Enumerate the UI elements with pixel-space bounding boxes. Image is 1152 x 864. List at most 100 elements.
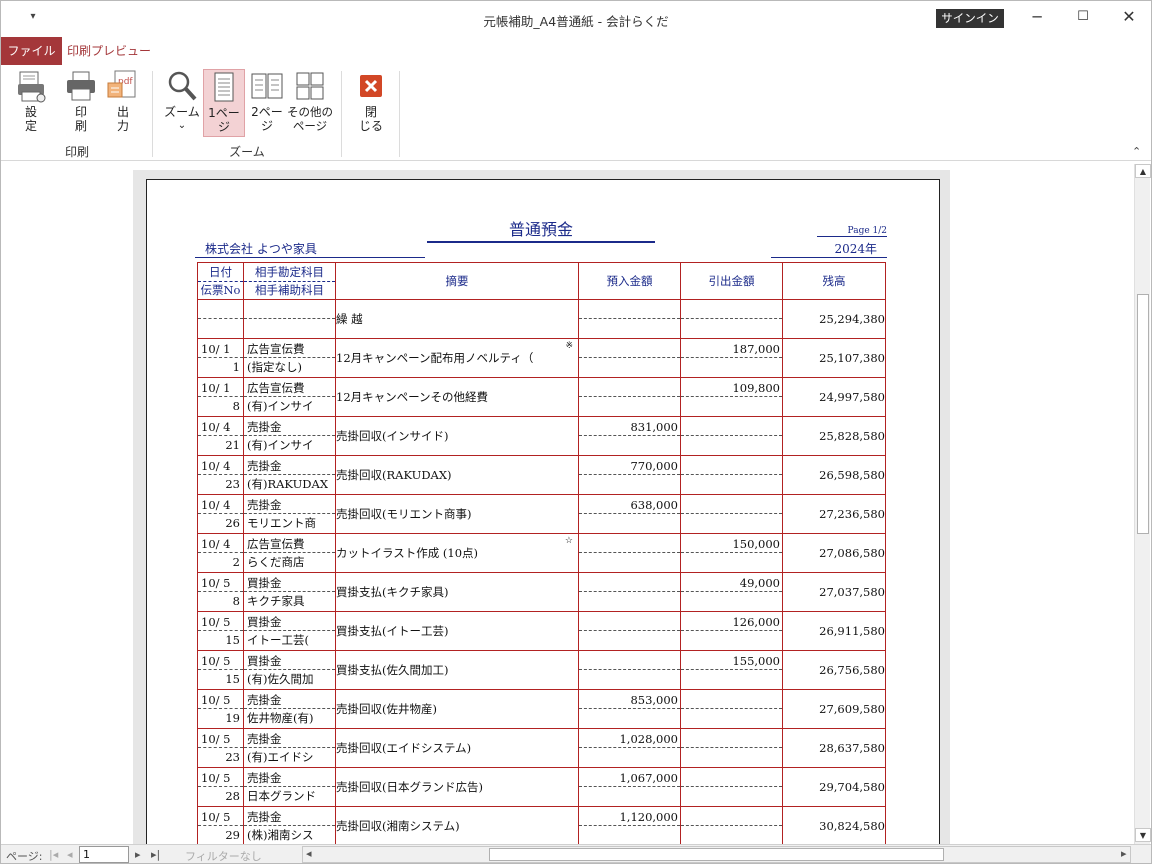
row-description: 買掛支払(キクチ家具) bbox=[336, 585, 449, 599]
page-setup-button[interactable]: 設 定 bbox=[13, 69, 49, 133]
row-account: 広告宣伝費 bbox=[244, 379, 335, 397]
report-year: 2024年 bbox=[771, 240, 887, 258]
row-subaccount: 日本グランド bbox=[247, 789, 316, 803]
maximize-button[interactable]: ☐ bbox=[1060, 1, 1106, 35]
filter-status[interactable]: フィルターなし bbox=[185, 848, 262, 863]
row-date: 10/ 4 bbox=[198, 457, 243, 475]
row-description: 売掛回収(佐井物産) bbox=[336, 702, 437, 716]
balance-cell: 25,107,380 bbox=[782, 338, 886, 378]
row-description: 売掛回収(日本グランド広告) bbox=[336, 780, 483, 794]
account-cell: 買掛金 (有)佐久間加 bbox=[243, 650, 336, 690]
app-window: ▾ 元帳補助_A4普通紙 - 会計らくだ サインイン ─ ☐ ✕ ファイル 印刷… bbox=[0, 0, 1152, 864]
date-slip-cell: 10/ 5 15 bbox=[197, 650, 244, 690]
deposit-cell: 770,000 bbox=[578, 455, 681, 495]
title-bar: ▾ 元帳補助_A4普通紙 - 会計らくだ サインイン ─ ☐ ✕ bbox=[1, 1, 1151, 37]
row-description: 売掛回収(RAKUDAX) bbox=[336, 468, 452, 482]
row-subaccount: (有)インサイ bbox=[247, 438, 314, 452]
withdrawal-cell: 150,000 bbox=[680, 533, 783, 573]
row-balance: 27,037,580 bbox=[819, 585, 885, 599]
close-window-button[interactable]: ✕ bbox=[1106, 1, 1151, 35]
horizontal-scroll-thumb[interactable] bbox=[489, 848, 944, 861]
preview-area[interactable]: 普通預金 株式会社 よつや家具 Page 1/2 2024年 日付 伝票No 相… bbox=[2, 161, 1133, 844]
deposit-cell bbox=[578, 533, 681, 573]
date-slip-cell: 10/ 4 23 bbox=[197, 455, 244, 495]
print-button[interactable]: 印 刷 bbox=[63, 69, 99, 133]
scroll-down-button[interactable]: ▼ bbox=[1135, 828, 1151, 842]
ribbon-tabs: ファイル 印刷プレビュー bbox=[1, 37, 1151, 65]
tab-print-preview[interactable]: 印刷プレビュー bbox=[63, 37, 155, 65]
row-account bbox=[244, 301, 335, 319]
description-cell: 買掛支払(キクチ家具) bbox=[335, 572, 579, 612]
two-page-button[interactable]: 2ペー ジ bbox=[247, 69, 287, 133]
row-description: 12月キャンペーン配布用ノベルティ（ bbox=[336, 351, 534, 365]
row-account: 売掛金 bbox=[244, 808, 335, 826]
withdrawal-cell bbox=[680, 728, 783, 768]
record-navigation-bar: ページ: |◂ ◂ 1 ▸ ▸| フィルターなし ◂ ▸ bbox=[1, 844, 1151, 863]
collapse-ribbon-icon[interactable]: ⌃ bbox=[1132, 145, 1141, 158]
row-subaccount: (有)佐久間加 bbox=[247, 672, 314, 686]
row-description: 買掛支払(佐久間加工) bbox=[336, 663, 449, 677]
ledger-body: 繰 越 25,294,380 10/ 1 1 広告宣伝費 (指定なし) 12月キャンペーン配… bbox=[197, 299, 886, 844]
ledger-row: 10/ 4 21 売掛金 (有)インサイ 売掛回収(インサイド) 831,000 25,82… bbox=[197, 416, 886, 456]
export-button[interactable]: pdf 出 力 bbox=[105, 69, 141, 133]
scroll-left-button[interactable]: ◂ bbox=[306, 847, 312, 860]
first-page-button[interactable]: |◂ bbox=[49, 848, 58, 861]
vertical-scroll-thumb[interactable] bbox=[1137, 294, 1149, 534]
row-subaccount: キクチ家具 bbox=[247, 594, 305, 608]
zoom-group-label: ズーム bbox=[229, 145, 265, 159]
one-page-label: 1ペー ジ bbox=[208, 106, 240, 134]
ledger-row: 10/ 4 23 売掛金 (有)RAKUDAX 売掛回収(RAKUDAX) 770,000… bbox=[197, 455, 886, 495]
description-cell: 売掛回収(RAKUDAX) bbox=[335, 455, 579, 495]
row-account: 売掛金 bbox=[244, 691, 335, 709]
row-balance: 24,997,580 bbox=[819, 390, 885, 404]
next-page-button[interactable]: ▸ bbox=[135, 848, 141, 861]
close-preview-button[interactable]: 閉 じる bbox=[351, 69, 391, 133]
deposit-cell: 1,067,000 bbox=[578, 767, 681, 807]
ledger-row: 10/ 5 15 買掛金 イトー工芸(買掛支払(イトー工芸) 126,000 26,911… bbox=[197, 611, 886, 651]
row-withdrawal bbox=[681, 730, 782, 748]
description-cell: 買掛支払(佐久間加工) bbox=[335, 650, 579, 690]
withdrawal-cell bbox=[680, 494, 783, 534]
date-slip-cell: 10/ 5 19 bbox=[197, 689, 244, 729]
row-description: 売掛回収(モリエント商事) bbox=[336, 507, 472, 521]
ledger-row: 10/ 5 23 売掛金 (有)エイドシ 売掛回収(エイドシステム) 1,028,000 2… bbox=[197, 728, 886, 768]
tab-file[interactable]: ファイル bbox=[1, 37, 62, 65]
deposit-cell: 1,028,000 bbox=[578, 728, 681, 768]
row-withdrawal bbox=[681, 457, 782, 475]
withdrawal-cell bbox=[680, 767, 783, 807]
scroll-up-button[interactable]: ▲ bbox=[1135, 164, 1151, 178]
row-subaccount: イトー工芸( bbox=[247, 633, 309, 647]
balance-cell: 26,756,580 bbox=[782, 650, 886, 690]
account-cell: 広告宣伝費 (指定なし) bbox=[243, 338, 336, 378]
vertical-scrollbar[interactable]: ▲ ▼ bbox=[1134, 164, 1151, 844]
ledger-row: 10/ 5 19 売掛金 佐井物産(有) 売掛回収(佐井物産) 853,000 27,609… bbox=[197, 689, 886, 729]
description-cell: 繰 越 bbox=[335, 299, 579, 339]
row-account: 売掛金 bbox=[244, 418, 335, 436]
page-number-input[interactable]: 1 bbox=[79, 846, 129, 863]
page-label: ページ: bbox=[6, 850, 43, 863]
row-mark: ☆ bbox=[564, 536, 573, 546]
single-page-icon bbox=[207, 70, 241, 104]
deposit-cell: 1,120,000 bbox=[578, 806, 681, 844]
row-slip-number: 26 bbox=[225, 516, 240, 530]
header-slip: 伝票No bbox=[200, 282, 241, 297]
row-subaccount: (有)エイドシ bbox=[247, 750, 314, 764]
row-withdrawal bbox=[681, 808, 782, 826]
last-page-button[interactable]: ▸| bbox=[151, 848, 160, 861]
scroll-right-button[interactable]: ▸ bbox=[1121, 847, 1127, 860]
deposit-cell bbox=[578, 572, 681, 612]
multi-page-icon bbox=[293, 69, 327, 103]
minimize-button[interactable]: ─ bbox=[1014, 1, 1060, 35]
ledger-row: 10/ 5 29 売掛金 (株)湘南シス 売掛回収(湘南システム) 1,120,000 30… bbox=[197, 806, 886, 844]
prev-page-button[interactable]: ◂ bbox=[67, 848, 73, 861]
date-slip-cell: 10/ 1 8 bbox=[197, 377, 244, 417]
row-subaccount: (有)インサイ bbox=[247, 399, 314, 413]
row-date: 10/ 5 bbox=[198, 652, 243, 670]
deposit-cell: 638,000 bbox=[578, 494, 681, 534]
one-page-button[interactable]: 1ペー ジ bbox=[203, 69, 245, 137]
signin-button[interactable]: サインイン bbox=[936, 9, 1004, 28]
zoom-button[interactable]: ズーム ⌄ bbox=[161, 69, 203, 133]
row-subaccount: (株)湘南シス bbox=[247, 828, 314, 842]
date-slip-cell: 10/ 5 28 bbox=[197, 767, 244, 807]
other-pages-button[interactable]: その他の ページ bbox=[287, 69, 333, 133]
